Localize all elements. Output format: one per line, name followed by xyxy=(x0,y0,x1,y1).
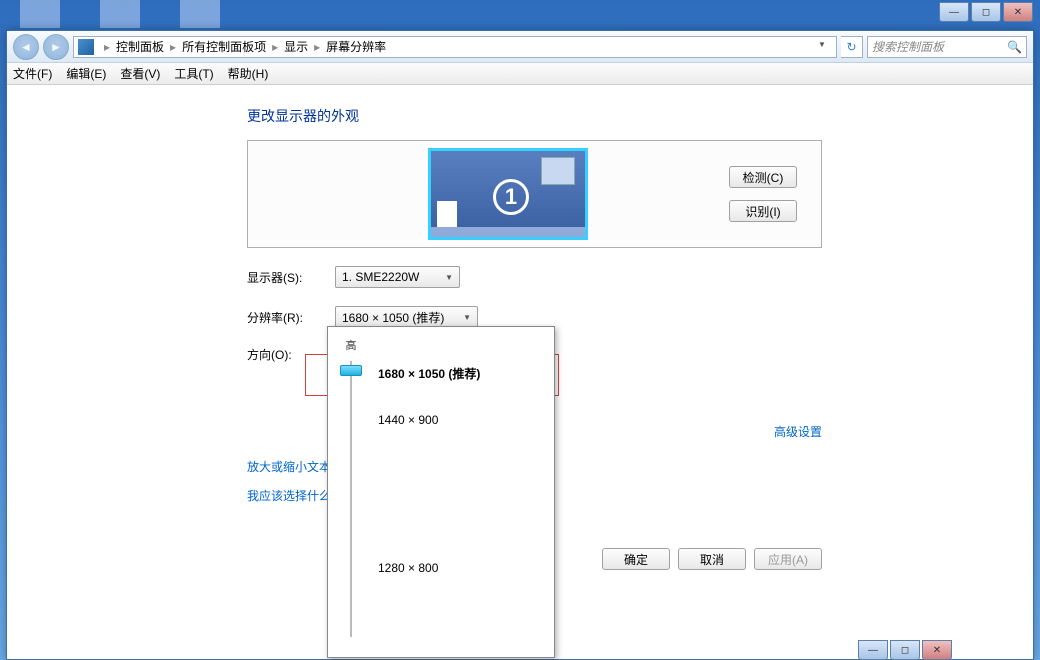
breadcrumb-item[interactable]: 控制面板 xyxy=(116,38,164,55)
resolution-dropdown[interactable]: 1680 × 1050 (推荐) ▼ xyxy=(335,306,478,328)
resolution-option-1[interactable]: 1680 × 1050 (推荐) xyxy=(378,365,480,382)
display-label: 显示器(S): xyxy=(247,269,335,286)
desktop-thumb xyxy=(20,0,60,28)
resolution-label: 分辨率(R): xyxy=(247,309,335,326)
slider-thumb[interactable] xyxy=(340,365,362,376)
chevron-right-icon: ▸ xyxy=(100,40,114,54)
preview-taskbar-icon xyxy=(431,227,585,237)
control-panel-icon xyxy=(78,39,94,55)
close-button[interactable]: ✕ xyxy=(1003,2,1033,22)
breadcrumb-item[interactable]: 所有控制面板项 xyxy=(182,38,266,55)
page-title: 更改显示器的外观 xyxy=(247,106,993,126)
menu-help[interactable]: 帮助(H) xyxy=(228,65,269,82)
monitor-number: 1 xyxy=(493,179,529,215)
menu-file[interactable]: 文件(F) xyxy=(13,65,52,82)
minimize-button[interactable]: — xyxy=(939,2,969,22)
menu-edit[interactable]: 编辑(E) xyxy=(66,65,106,82)
maximize-button[interactable]: ◻ xyxy=(971,2,1001,22)
forward-button[interactable]: ► xyxy=(43,34,69,60)
breadcrumb-item[interactable]: 显示 xyxy=(284,38,308,55)
slider-high-label: 高 xyxy=(336,337,366,353)
display-value: 1. SME2220W xyxy=(342,270,419,284)
identify-button[interactable]: 识别(I) xyxy=(729,200,797,222)
search-placeholder: 搜索控制面板 xyxy=(872,38,944,55)
chevron-down-icon: ▼ xyxy=(437,273,453,282)
chevron-down-icon: ▼ xyxy=(455,313,471,322)
chevron-right-icon: ▸ xyxy=(310,40,324,54)
minimize-button-bg[interactable]: — xyxy=(858,640,888,660)
ok-button[interactable]: 确定 xyxy=(602,548,670,570)
chevron-right-icon: ▸ xyxy=(268,40,282,54)
maximize-button-bg[interactable]: ◻ xyxy=(890,640,920,660)
nav-bar: ◄ ► ▸ 控制面板 ▸ 所有控制面板项 ▸ 显示 ▸ 屏幕分辨率 ▼ ↻ 搜索… xyxy=(7,31,1033,63)
search-input[interactable]: 搜索控制面板 🔍 xyxy=(867,36,1027,58)
desktop-thumb xyxy=(180,0,220,28)
chevron-right-icon: ▸ xyxy=(166,40,180,54)
resolution-option-3[interactable]: 1280 × 800 xyxy=(378,561,438,575)
breadcrumb[interactable]: ▸ 控制面板 ▸ 所有控制面板项 ▸ 显示 ▸ 屏幕分辨率 ▼ xyxy=(73,36,837,58)
refresh-button[interactable]: ↻ xyxy=(841,36,863,58)
breadcrumb-item[interactable]: 屏幕分辨率 xyxy=(326,38,386,55)
preview-start-icon xyxy=(437,201,457,227)
menu-bar: 文件(F) 编辑(E) 查看(V) 工具(T) 帮助(H) xyxy=(7,63,1033,85)
monitor-1[interactable]: 1 xyxy=(428,148,588,240)
desktop-thumb xyxy=(100,0,140,28)
slider-track[interactable] xyxy=(350,361,352,637)
resolution-option-2[interactable]: 1440 × 900 xyxy=(378,413,438,427)
monitor-preview: 1 检测(C) 识别(I) xyxy=(247,140,822,248)
display-dropdown[interactable]: 1. SME2220W ▼ xyxy=(335,266,460,288)
cancel-button[interactable]: 取消 xyxy=(678,548,746,570)
preview-window-icon xyxy=(541,157,575,185)
back-button[interactable]: ◄ xyxy=(13,34,39,60)
detect-button[interactable]: 检测(C) xyxy=(729,166,797,188)
resolution-value: 1680 × 1050 (推荐) xyxy=(342,309,444,326)
menu-tools[interactable]: 工具(T) xyxy=(174,65,213,82)
breadcrumb-dropdown[interactable]: ▼ xyxy=(818,40,832,54)
orientation-label: 方向(O): xyxy=(247,346,335,363)
resolution-slider-popup: 高 1680 × 1050 (推荐) 1440 × 900 1280 × 800 xyxy=(327,326,555,658)
menu-view[interactable]: 查看(V) xyxy=(120,65,160,82)
close-button-bg[interactable]: ✕ xyxy=(922,640,952,660)
apply-button: 应用(A) xyxy=(754,548,822,570)
search-icon: 🔍 xyxy=(1007,40,1022,54)
